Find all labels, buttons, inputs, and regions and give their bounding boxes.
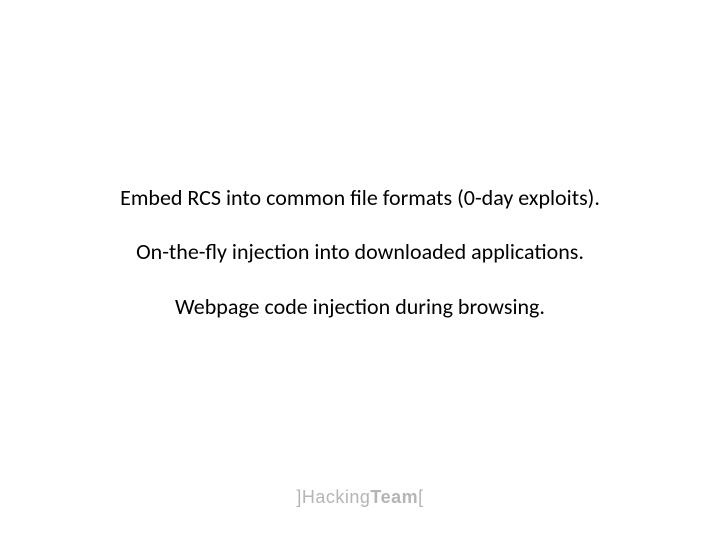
logo-part1: Hacking [302,487,371,507]
footer-logo: ]HackingTeam[ [0,487,720,508]
logo-close-bracket: [ [418,487,424,507]
bullet-line: Webpage code injection during browsing. [0,294,720,320]
slide-body: Embed RCS into common file formats (0-da… [0,185,720,348]
logo-part2: Team [370,487,418,507]
bullet-line: Embed RCS into common file formats (0-da… [0,185,720,211]
bullet-line: On-the-fly injection into downloaded app… [0,239,720,265]
slide: Embed RCS into common file formats (0-da… [0,0,720,540]
